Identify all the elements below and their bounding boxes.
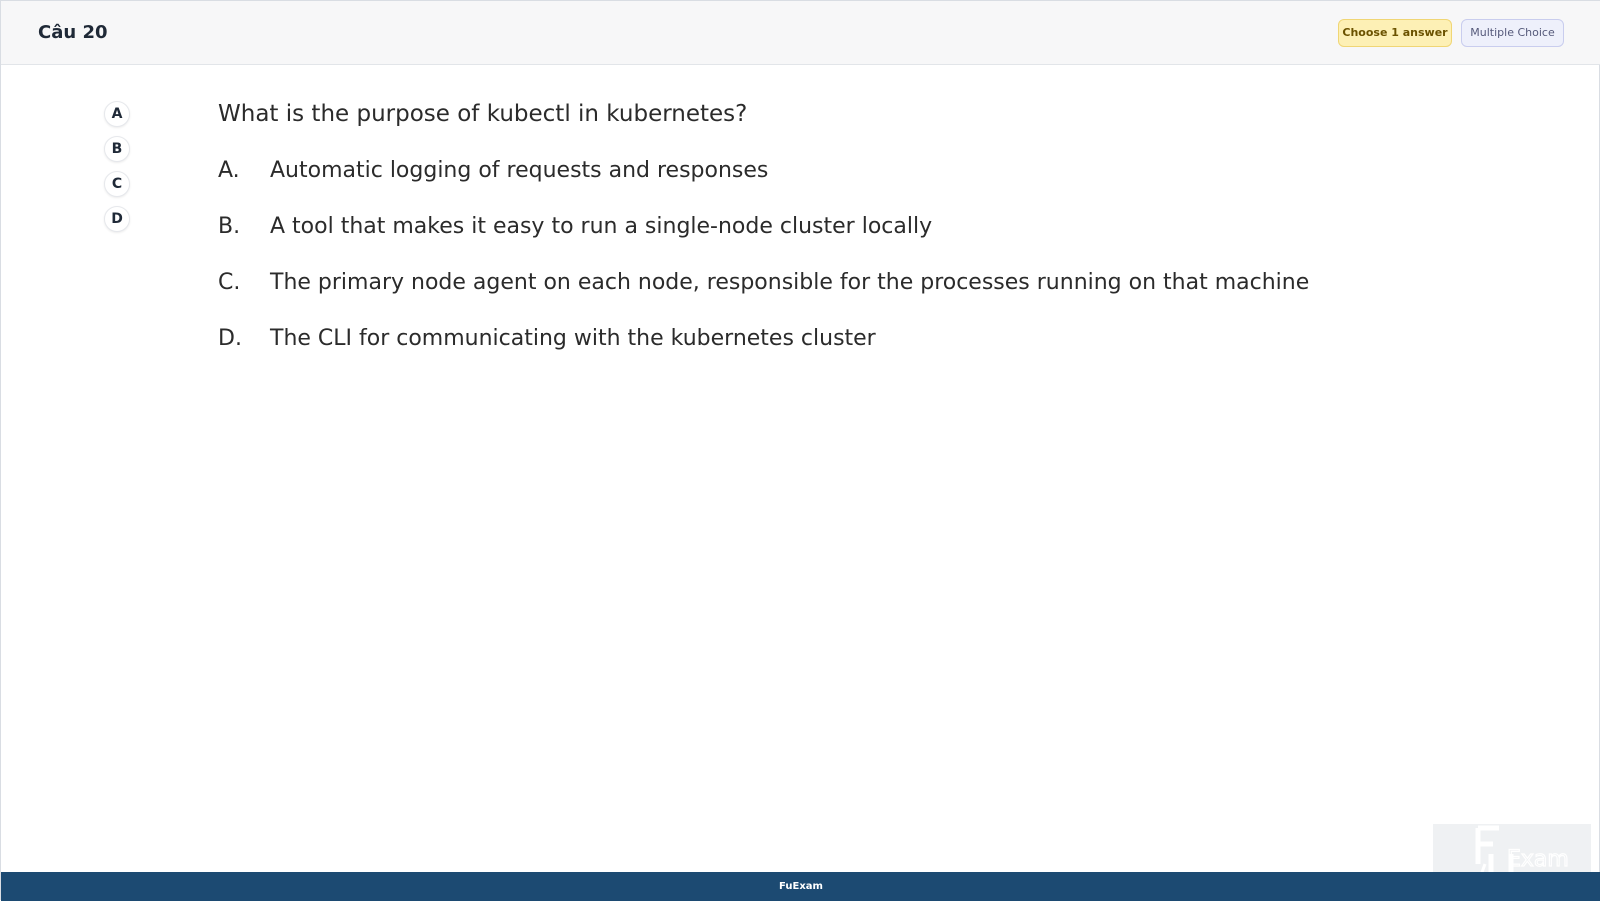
answer-selector: A B C D xyxy=(104,101,130,241)
answer-option-d-button[interactable]: D xyxy=(104,206,130,232)
answer-c-text: The primary node agent on each node, res… xyxy=(270,270,1310,295)
question-type-badge: Multiple Choice xyxy=(1461,19,1564,47)
answer-option-a-button[interactable]: A xyxy=(104,101,130,127)
answer-c: C. The primary node agent on each node, r… xyxy=(218,270,1309,295)
answer-d-text: The CLI for communicating with the kuber… xyxy=(270,326,876,351)
choose-count-badge: Choose 1 answer xyxy=(1338,19,1452,47)
question-text: What is the purpose of kubectl in kubern… xyxy=(218,101,748,127)
answer-a-text: Automatic logging of requests and respon… xyxy=(270,158,769,183)
answer-c-letter: C. xyxy=(218,270,241,295)
answer-a-letter: A. xyxy=(218,158,240,183)
question-header: Câu 20 Choose 1 answer Multiple Choice xyxy=(1,1,1600,65)
answer-a: A. Automatic logging of requests and resp… xyxy=(218,158,768,183)
answer-b: B. A tool that makes it easy to run a sin… xyxy=(218,214,932,239)
answer-d: D. The CLI for communicating with the kub… xyxy=(218,326,876,351)
question-number-title: Câu 20 xyxy=(38,22,108,43)
exam-window: Câu 20 Choose 1 answer Multiple Choice A… xyxy=(0,0,1600,901)
answer-option-c-button[interactable]: C xyxy=(104,171,130,197)
answer-b-text: A tool that makes it easy to run a singl… xyxy=(270,214,933,239)
footer-bar: FuExam xyxy=(1,872,1600,901)
answer-d-letter: D. xyxy=(218,326,242,351)
logo-exam-text: Exam xyxy=(1507,847,1569,872)
answer-b-letter: B. xyxy=(218,214,241,239)
answer-option-b-button[interactable]: B xyxy=(104,136,130,162)
